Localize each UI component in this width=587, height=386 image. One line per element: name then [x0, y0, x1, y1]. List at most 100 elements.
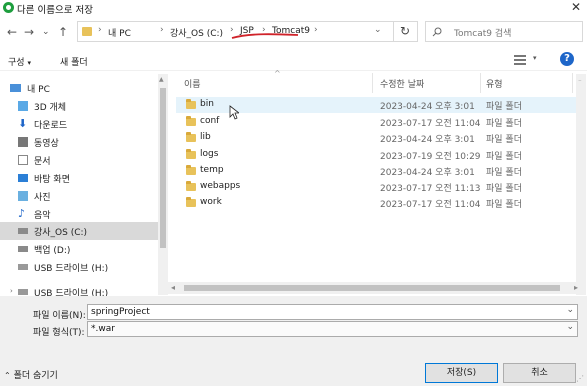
sidebar-item-downloads[interactable]: ⬇ 다운로드: [0, 115, 168, 133]
up-icon[interactable]: ↑: [58, 25, 68, 39]
column-type-header[interactable]: 유형: [486, 77, 503, 90]
document-icon: [18, 155, 28, 165]
file-name: webapps: [200, 181, 241, 191]
sidebar-item-documents[interactable]: 문서: [0, 151, 168, 169]
file-date: 2023-04-24 오후 3:01: [380, 102, 475, 112]
sidebar-item-music[interactable]: ♪ 음악: [0, 205, 168, 223]
file-row[interactable]: lib 2023-04-24 오후 3:01 파일 폴더: [176, 130, 579, 146]
sidebar-item-pictures[interactable]: 사진: [0, 187, 168, 205]
help-icon[interactable]: ?: [560, 52, 574, 66]
file-date: 2023-07-17 오전 11:04: [380, 200, 481, 210]
search-placeholder: Tomcat9 검색: [454, 29, 512, 39]
hide-folders-toggle[interactable]: ⌃ 폴더 숨기기: [4, 368, 58, 381]
chevron-up-icon: ⌃: [4, 371, 11, 380]
refresh-icon: ↻: [400, 24, 411, 38]
file-list-horizontal-scrollbar[interactable]: ◂ ▸: [168, 282, 586, 294]
breadcrumb-pc[interactable]: 내 PC: [108, 26, 131, 39]
filename-label: 파일 이름(N):: [33, 311, 86, 321]
save-button[interactable]: 저장(S): [425, 363, 498, 383]
sidebar-item-drive-c[interactable]: 강사_OS (C:): [0, 222, 168, 240]
file-row[interactable]: temp 2023-04-24 오후 3:01 파일 폴더: [176, 163, 579, 179]
view-dropdown-icon[interactable]: ▾: [533, 54, 537, 62]
scroll-right-icon[interactable]: ▸: [574, 283, 578, 292]
folder-icon: [186, 165, 196, 175]
file-type: 파일 폴더: [486, 168, 522, 178]
scroll-up-icon[interactable]: ▲: [159, 76, 164, 83]
sidebar-item-usb[interactable]: USB 드라이브 (H:): [0, 258, 168, 276]
file-row[interactable]: work 2023-07-17 오전 11:04 파일 폴더: [176, 195, 579, 211]
folder-icon: [186, 132, 196, 142]
folder-icon: [186, 99, 196, 109]
red-underline-annotation: [231, 33, 299, 39]
filetype-value: *.war: [91, 324, 115, 334]
sidebar-label: 동영상: [34, 139, 59, 149]
scroll-left-icon[interactable]: ◂: [171, 283, 175, 292]
sidebar-scroll-thumb[interactable]: [160, 88, 166, 248]
file-row[interactable]: webapps 2023-07-17 오전 11:13 파일 폴더: [176, 179, 579, 195]
cube-icon: [18, 101, 28, 111]
refresh-button[interactable]: ↻: [394, 21, 418, 42]
sidebar-label: 음악: [34, 211, 51, 221]
back-icon[interactable]: ←: [7, 25, 17, 39]
filename-value: springProject: [91, 307, 150, 317]
download-icon: ⬇: [18, 117, 28, 130]
view-options-icon[interactable]: [514, 54, 528, 65]
file-type: 파일 폴더: [486, 152, 522, 162]
sidebar-scrollbar[interactable]: ▲: [158, 74, 168, 295]
organize-label: 구성: [8, 58, 25, 68]
usb-icon: [18, 264, 28, 270]
dropdown-caret-icon: ▾: [27, 59, 31, 67]
file-type: 파일 폴더: [486, 135, 522, 145]
file-row[interactable]: logs 2023-07-19 오전 10:29 파일 폴더: [176, 147, 579, 163]
filetype-select[interactable]: *.war ⌄: [87, 321, 578, 337]
folder-icon: [186, 181, 196, 191]
column-modified-header[interactable]: 수정한 날짜: [380, 77, 424, 90]
breadcrumb-drive[interactable]: 강사_OS (C:): [170, 26, 223, 39]
sort-ascending-icon: ^: [274, 69, 281, 78]
horizontal-scroll-thumb[interactable]: [184, 285, 560, 291]
sidebar-label: 백업 (D:): [34, 246, 71, 256]
music-icon: ♪: [18, 207, 26, 220]
window-title: 다른 이름으로 저장: [17, 5, 93, 16]
sidebar-label: 사진: [34, 193, 51, 203]
hide-folders-label: 폴더 숨기기: [13, 371, 58, 381]
pc-icon: [10, 84, 21, 92]
address-bar[interactable]: › 내 PC › 강사_OS (C:) › JSP › Tomcat9 › ⌄: [77, 21, 394, 42]
sidebar-item-desktop[interactable]: 바탕 화면: [0, 169, 168, 187]
file-type: 파일 폴더: [486, 102, 522, 112]
file-date: 2023-04-24 오후 3:01: [380, 168, 475, 178]
file-list-vertical-scrollbar[interactable]: ⁻: [576, 74, 586, 295]
forward-icon[interactable]: →: [24, 25, 34, 39]
sidebar-item-3d[interactable]: 3D 개체: [0, 97, 168, 115]
sidebar-item-drive-d[interactable]: 백업 (D:): [0, 240, 168, 258]
filename-field[interactable]: springProject ⌄: [87, 304, 578, 320]
organize-button[interactable]: 구성 ▾: [8, 55, 31, 68]
sidebar-label: USB 드라이브 (H:): [34, 264, 109, 274]
folder-icon: [186, 149, 196, 159]
sidebar-label: 강사_OS (C:): [34, 228, 88, 238]
video-icon: [18, 137, 28, 147]
column-divider: [572, 73, 573, 93]
app-icon: [3, 2, 14, 13]
recent-chevron-icon[interactable]: ⌄: [42, 25, 50, 39]
picture-icon: [18, 191, 28, 201]
filename-dropdown-icon[interactable]: ⌄: [566, 305, 574, 315]
cancel-button[interactable]: 취소: [503, 363, 576, 383]
resize-grip-icon[interactable]: ⋰: [576, 374, 584, 383]
sidebar-item-pc[interactable]: 내 PC: [0, 79, 168, 97]
drive-icon: [18, 228, 28, 234]
address-dropdown-icon[interactable]: ⌄: [374, 25, 382, 35]
filetype-dropdown-icon[interactable]: ⌄: [566, 322, 574, 332]
search-input[interactable]: Tomcat9 검색: [425, 21, 583, 42]
close-icon[interactable]: ✕: [566, 0, 586, 16]
sidebar-label: 3D 개체: [34, 103, 67, 113]
folder-icon: [186, 197, 196, 207]
search-icon: [432, 27, 442, 37]
sidebar-item-videos[interactable]: 동영상: [0, 133, 168, 151]
new-folder-button[interactable]: 새 폴더: [60, 55, 88, 68]
column-name-header[interactable]: 이름: [184, 77, 201, 90]
file-type: 파일 폴더: [486, 200, 522, 210]
column-divider: [372, 73, 373, 93]
column-divider: [480, 73, 481, 93]
mouse-cursor-icon: [229, 105, 239, 120]
